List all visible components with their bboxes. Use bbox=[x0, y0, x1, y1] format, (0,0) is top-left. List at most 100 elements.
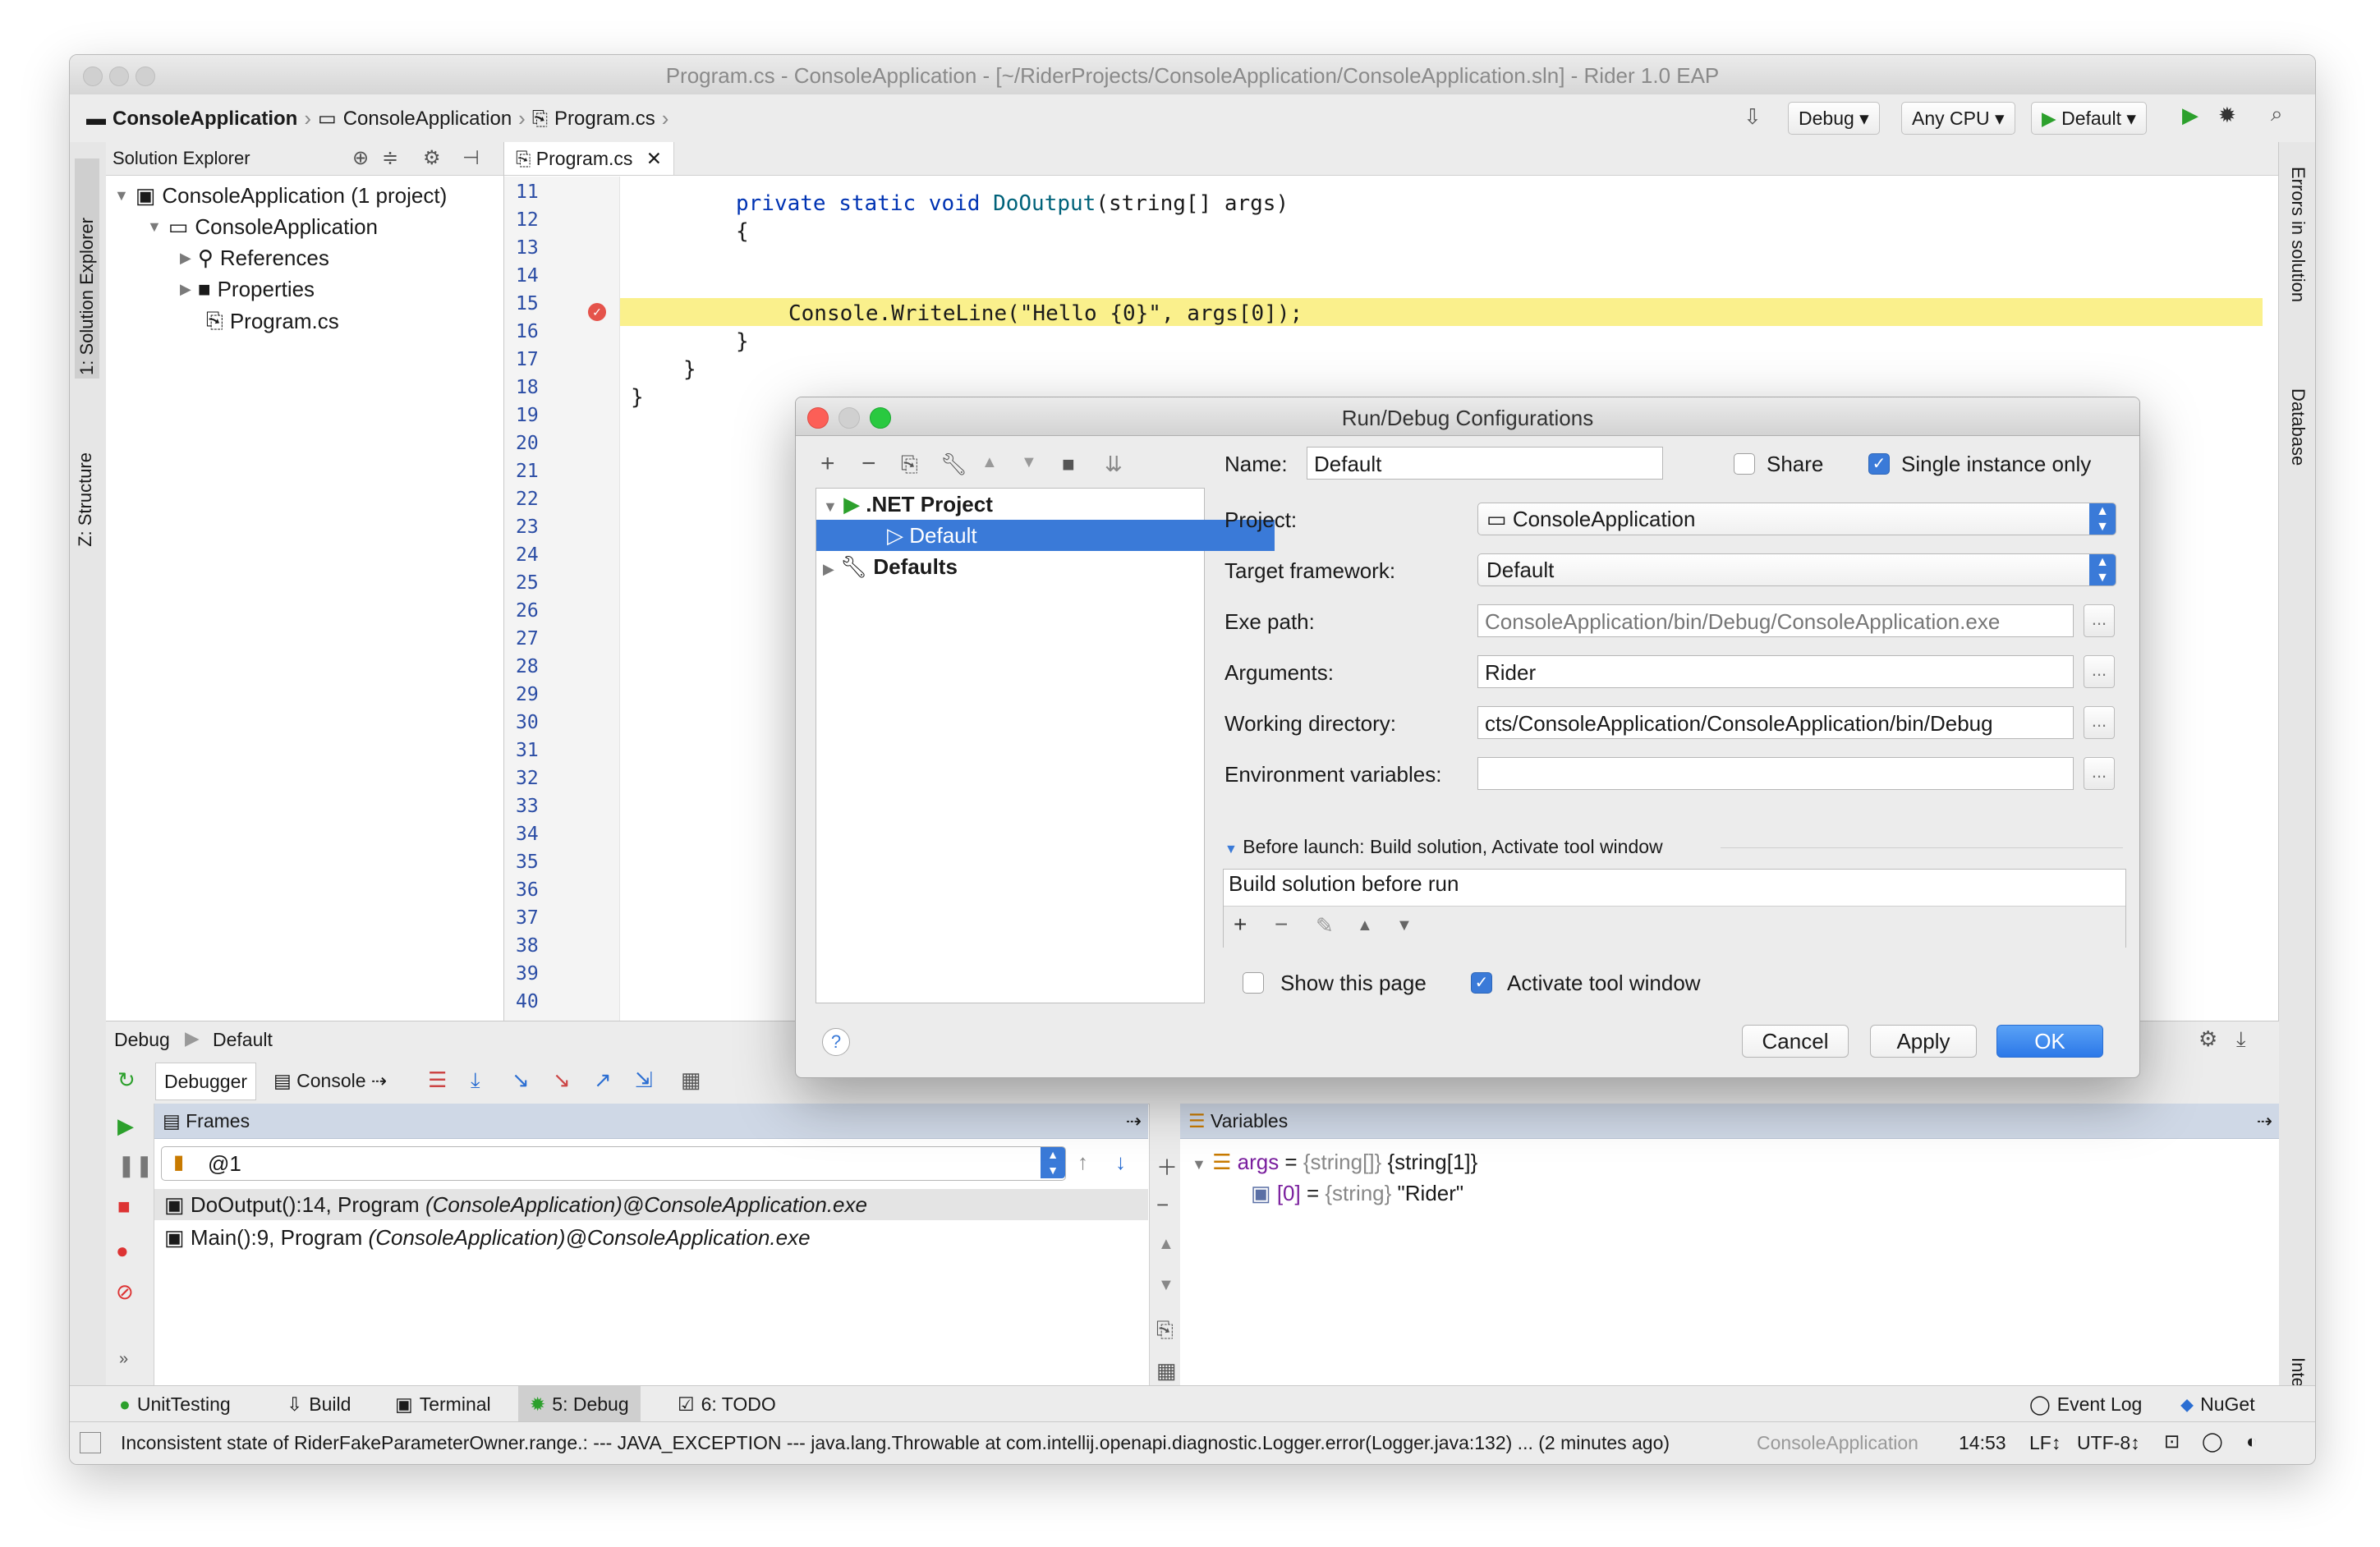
move-down-icon[interactable]: ▼ bbox=[1021, 453, 1037, 472]
status-message[interactable]: Inconsistent state of RiderFakeParameter… bbox=[121, 1432, 1771, 1454]
step-over-icon[interactable]: ⤓ bbox=[471, 1067, 480, 1094]
working-directory-browse-button[interactable]: ... bbox=[2084, 706, 2115, 739]
debug-config-select[interactable]: Debug ▾ bbox=[1788, 102, 1880, 135]
tree-item-net-project[interactable]: ▼ ▶ .NET Project bbox=[816, 489, 1211, 520]
tool-debug[interactable]: ✹ 5: Debug bbox=[518, 1386, 641, 1422]
wrench-icon[interactable]: 🔧︎ bbox=[940, 452, 967, 477]
step-into-icon[interactable]: ↘ bbox=[512, 1067, 530, 1093]
view-breakpoints-icon[interactable]: ● bbox=[116, 1238, 129, 1264]
toggle-tool-windows-icon[interactable] bbox=[80, 1432, 101, 1453]
tool-nuget[interactable]: ⬥ NuGet bbox=[2180, 1386, 2255, 1422]
project-select[interactable]: ▭ ConsoleApplication ▲ ▼ bbox=[1477, 503, 2116, 535]
more-icon[interactable]: » bbox=[119, 1350, 128, 1369]
file-encoding[interactable]: UTF-8↕ bbox=[2077, 1432, 2140, 1454]
evaluate-expression-icon[interactable]: ▦ bbox=[681, 1067, 701, 1093]
resume-icon[interactable]: ▶ bbox=[117, 1113, 134, 1139]
breadcrumb-file[interactable]: Program.cs bbox=[554, 108, 655, 131]
code-line-17[interactable]: } bbox=[631, 385, 644, 410]
tab-solution-explorer[interactable]: 1: Solution Explorer bbox=[75, 158, 99, 379]
code-line-12[interactable]: private static void DoOutput(string[] ar… bbox=[736, 191, 1289, 216]
copy-icon[interactable]: ⎘ bbox=[1156, 1317, 1174, 1343]
breadcrumb-solution[interactable]: ConsoleApplication bbox=[113, 108, 297, 131]
add-watch-icon[interactable]: ＋ bbox=[1156, 1151, 1178, 1182]
list-item[interactable]: Build solution before run bbox=[1229, 871, 1459, 897]
code-line-16[interactable]: } bbox=[683, 357, 696, 382]
code-line-15[interactable]: } bbox=[736, 329, 749, 354]
force-step-into-icon[interactable]: ↘ bbox=[553, 1067, 571, 1093]
working-directory-input[interactable]: cts/ConsoleApplication/ConsoleApplicatio… bbox=[1477, 706, 2074, 739]
before-launch-toggle[interactable]: ▼ Before launch: Build solution, Activat… bbox=[1224, 836, 1663, 858]
copy-config-icon[interactable]: ⎘ bbox=[901, 452, 918, 478]
run-to-cursor-icon[interactable]: ⇲ bbox=[635, 1067, 653, 1093]
edit-task-icon[interactable]: ✎ bbox=[1316, 913, 1334, 939]
tab-debugger[interactable]: Debugger bbox=[155, 1063, 257, 1100]
run-icon[interactable]: ▶ bbox=[2182, 103, 2199, 128]
activate-tool-window-checkbox[interactable]: ✓ bbox=[1471, 972, 1492, 994]
variable-row-index0[interactable]: ▣ [0] = {string} "Rider" bbox=[1180, 1177, 2279, 1209]
name-input[interactable]: Default bbox=[1307, 447, 1663, 480]
tab-program-cs[interactable]: ⎘ Program.cs ✕ bbox=[504, 142, 675, 175]
arguments-input[interactable]: Rider bbox=[1477, 655, 2074, 688]
target-framework-select[interactable]: Default ▲ ▼ bbox=[1477, 553, 2116, 586]
apply-button[interactable]: Apply bbox=[1870, 1025, 1977, 1058]
tree-item-project[interactable]: ▼ ▭ ConsoleApplication bbox=[147, 214, 378, 240]
build-icon[interactable]: ⇩ bbox=[1744, 104, 1762, 130]
move-down-icon[interactable]: ▼ bbox=[1158, 1276, 1174, 1295]
show-page-checkbox[interactable] bbox=[1243, 972, 1264, 994]
cancel-button[interactable]: Cancel bbox=[1742, 1025, 1849, 1058]
variable-row-args[interactable]: ▼ ☰ args = {string[]} {string[1]} bbox=[1180, 1146, 2279, 1177]
remove-task-icon[interactable]: − bbox=[1275, 911, 1288, 938]
search-icon[interactable]: ⌕ bbox=[2271, 101, 2283, 127]
locate-icon[interactable]: ⊕ bbox=[352, 142, 369, 175]
debug-bug-icon[interactable]: ✹ bbox=[2218, 103, 2236, 128]
move-up-icon[interactable]: ▲ bbox=[981, 453, 998, 472]
frame-row[interactable]: ▣ DoOutput():14, Program (ConsoleApplica… bbox=[154, 1189, 1148, 1220]
breakpoint-icon[interactable]: ✓ bbox=[588, 303, 606, 321]
mute-breakpoints-icon[interactable]: ⊘ bbox=[116, 1279, 134, 1305]
status-project[interactable]: ConsoleApplication bbox=[1757, 1432, 1918, 1454]
sort-icon[interactable]: ⇊ bbox=[1105, 452, 1123, 477]
gear-icon[interactable]: ⚙ bbox=[423, 142, 441, 175]
exe-path-browse-button[interactable]: ... bbox=[2084, 604, 2115, 637]
hide-panel-icon[interactable]: ⤓ bbox=[2236, 1026, 2246, 1053]
remove-config-icon[interactable]: − bbox=[861, 450, 876, 478]
pause-icon[interactable]: ❚❚ bbox=[117, 1153, 154, 1178]
tree-item-defaults[interactable]: ▶ 🔧︎ Defaults bbox=[816, 551, 1211, 582]
tree-item-program-cs[interactable]: ⎘ Program.cs bbox=[206, 308, 339, 334]
folder-icon[interactable]: ■ bbox=[1062, 452, 1075, 477]
frame-row[interactable]: ▣ Main():9, Program (ConsoleApplication)… bbox=[154, 1222, 1148, 1253]
code-line-14[interactable]: Console.WriteLine("Hello {0}", args[0]); bbox=[788, 301, 1303, 326]
exe-path-input[interactable]: ConsoleApplication/bin/Debug/ConsoleAppl… bbox=[1477, 604, 2074, 637]
move-down-icon[interactable]: ▼ bbox=[1396, 916, 1413, 935]
remove-watch-icon[interactable]: − bbox=[1156, 1192, 1169, 1218]
single-instance-checkbox[interactable]: ✓ bbox=[1868, 453, 1890, 475]
thread-select[interactable]: ▮ @1 ▲ ▼ bbox=[161, 1146, 1066, 1181]
move-up-icon[interactable]: ▲ bbox=[1158, 1235, 1174, 1254]
tab-errors-in-solution[interactable]: Errors in solution bbox=[2287, 167, 2309, 302]
breadcrumb-project[interactable]: ConsoleApplication bbox=[343, 108, 512, 131]
watches-icon[interactable]: ▦ bbox=[1156, 1358, 1177, 1384]
rerun-icon[interactable]: ↻ bbox=[117, 1067, 136, 1093]
environment-variables-input[interactable] bbox=[1477, 757, 2074, 790]
tree-item-properties[interactable]: ▶ ■ Properties bbox=[180, 277, 315, 302]
tree-item-solution[interactable]: ▼ ▣ ConsoleApplication (1 project) bbox=[114, 183, 447, 209]
cpu-config-select[interactable]: Any CPU ▾ bbox=[1901, 102, 2015, 135]
run-config-select[interactable]: ▶ Default ▾ bbox=[2031, 102, 2147, 135]
tool-event-log[interactable]: ◯ Event Log bbox=[2029, 1386, 2142, 1422]
stop-icon[interactable]: ■ bbox=[117, 1194, 131, 1219]
lock-icon[interactable]: ⊡ bbox=[2164, 1430, 2180, 1453]
tool-build[interactable]: ⇩ Build bbox=[287, 1386, 351, 1422]
arguments-expand-button[interactable]: ... bbox=[2084, 655, 2115, 688]
close-tab-icon[interactable]: ✕ bbox=[646, 148, 662, 169]
gear-icon[interactable]: ⚙ bbox=[2199, 1026, 2217, 1052]
inspection-icon[interactable]: ◯ bbox=[2202, 1430, 2223, 1453]
environment-variables-edit-button[interactable]: ... bbox=[2084, 757, 2115, 790]
tab-database[interactable]: Database bbox=[2287, 388, 2309, 466]
hide-panel-icon[interactable]: ⊣ bbox=[462, 142, 480, 175]
tool-todo[interactable]: ☑ 6: TODO bbox=[678, 1386, 776, 1422]
code-line-13[interactable]: { bbox=[736, 219, 749, 244]
tool-unittesting[interactable]: ● UnitTesting bbox=[119, 1386, 231, 1422]
tab-console[interactable]: ▤ Console ⇢ bbox=[267, 1063, 393, 1099]
step-out-icon[interactable]: ↗ bbox=[594, 1067, 612, 1093]
ok-button[interactable]: OK bbox=[1996, 1025, 2103, 1058]
